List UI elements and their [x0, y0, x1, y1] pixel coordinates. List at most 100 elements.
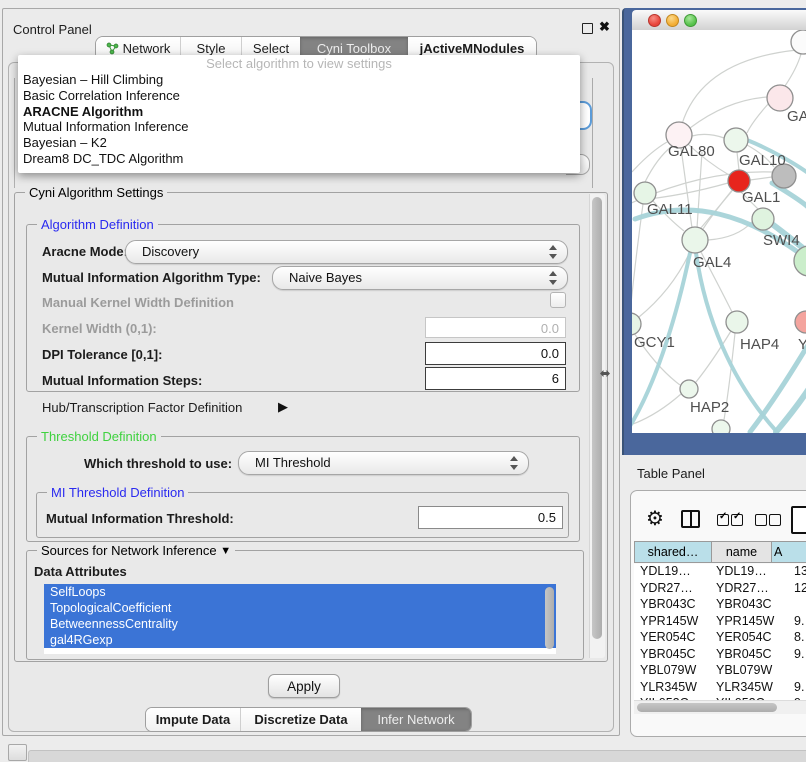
network-edge[interactable] [632, 142, 667, 172]
tab-infer-network[interactable]: Infer Network [361, 708, 471, 731]
list-item[interactable]: SelfLoops [44, 584, 556, 600]
show-checked-columns-icon[interactable]: ✓ ✓ [717, 514, 743, 526]
list-item[interactable]: gal4RGexp [44, 632, 556, 648]
aracne-mode-combo[interactable]: Discovery [125, 240, 568, 264]
split-columns-icon[interactable] [681, 510, 700, 528]
collapse-down-icon[interactable]: ▼ [220, 545, 231, 557]
column-header-name[interactable]: name [711, 541, 772, 563]
table-row[interactable]: YBR045CYBR045C9. [634, 647, 806, 664]
table-cell: YLR345W [716, 680, 773, 694]
table-row[interactable]: YDR27…YDR27…12 [634, 581, 806, 598]
list-item[interactable]: BetweennessCentrality [44, 616, 556, 632]
panel-title: Control Panel [13, 22, 92, 37]
apply-button[interactable]: Apply [268, 674, 340, 698]
network-node-salmon[interactable] [795, 311, 806, 333]
table-row[interactable]: YDL19… YDL19… 13 [634, 564, 806, 581]
expand-right-icon[interactable]: ▶ [278, 399, 288, 415]
table-cell: YLR345W [640, 680, 697, 694]
tab-discretize-data[interactable]: Discretize Data [240, 708, 361, 731]
list-scrollbar-thumb[interactable] [545, 587, 554, 649]
network-node-label: HAP2 [690, 399, 729, 416]
table-row[interactable]: YBL079WYBL079W [634, 663, 806, 680]
settings-scrollbar-track[interactable] [589, 194, 605, 658]
close-traffic-light[interactable] [648, 14, 661, 27]
menu-item[interactable]: Mutual Information Inference [18, 119, 580, 135]
menu-item[interactable]: Bayesian – Hill Climbing [18, 72, 580, 88]
float-window-icon[interactable] [582, 23, 593, 34]
minimize-traffic-light[interactable] [666, 14, 679, 27]
table-row[interactable]: YPR145WYPR145W9. [634, 614, 806, 631]
menu-item[interactable]: Basic Correlation Inference [18, 88, 580, 104]
table-row[interactable]: YBR043CYBR043C [634, 597, 806, 614]
network-node-swi4[interactable] [752, 208, 774, 230]
table-rows: YDL19…YDL19…13YDR27…YDR27…12YBR043CYBR04… [634, 564, 806, 701]
table-panel-window: ⚙ ✓ ✓ shared… name A YDL19… YDL19… 13 YDR27… [630, 490, 806, 737]
mi-type-combo[interactable]: Naive Bayes [272, 266, 568, 290]
network-window-titlebar[interactable] [632, 10, 806, 31]
menu-item[interactable]: Dream8 DC_TDC Algorithm [18, 151, 580, 167]
table-cell: YDR27… [716, 581, 769, 595]
network-edge-highlight[interactable] [750, 345, 806, 432]
column-header-shared[interactable]: shared… [634, 541, 712, 563]
which-threshold-combo[interactable]: MI Threshold [238, 451, 529, 475]
network-node-label: GAL11 [647, 201, 693, 218]
table-cell: YBL079W [716, 663, 772, 677]
table-cell: YDL19… [640, 564, 691, 578]
network-node-hap2[interactable] [680, 380, 698, 398]
data-attributes-list: SelfLoops TopologicalCoefficient Between… [44, 584, 556, 654]
network-canvas[interactable]: GALGAL80GAL10GAL1GAL11SWI4GAL4GCY1HAP4YH… [632, 30, 806, 433]
network-node-label: Y [798, 336, 806, 353]
mi-steps-field[interactable]: 6 [425, 367, 566, 390]
table-cell: 8. [794, 630, 804, 644]
table-hscrollbar-thumb[interactable] [637, 703, 777, 712]
zoom-traffic-light[interactable] [684, 14, 697, 27]
table-cell: YBR043C [716, 597, 772, 611]
manual-kernel-label: Manual Kernel Width Definition [42, 295, 234, 310]
network-edge[interactable] [747, 103, 769, 133]
network-edge[interactable] [750, 177, 772, 180]
list-item[interactable]: TopologicalCoefficient [44, 600, 556, 616]
manual-kernel-checkbox[interactable] [550, 292, 566, 308]
table-row[interactable]: YLR345W YLR345W 9. [634, 680, 806, 697]
dpi-tolerance-label: DPI Tolerance [0,1]: [42, 347, 162, 362]
network-node-bottom-partial[interactable] [712, 420, 730, 433]
table-cell: YDL19… [716, 564, 767, 578]
menu-item-selected[interactable]: ARACNE Algorithm [18, 104, 580, 120]
kernel-width-field[interactable]: 0.0 [425, 317, 566, 338]
network-node-label: GAL80 [668, 143, 715, 160]
table-row[interactable]: YER054CYER054C8. [634, 630, 806, 647]
gear-icon[interactable]: ⚙ [646, 509, 664, 529]
dpi-tolerance-field[interactable]: 0.0 [425, 342, 566, 365]
tab-impute-data[interactable]: Impute Data [146, 708, 240, 731]
screen: Control Panel ✖ Network Style Select Cyn… [0, 0, 806, 762]
network-edge[interactable] [690, 97, 767, 128]
table-hscrollbar-track[interactable] [634, 700, 806, 714]
mi-threshold-field[interactable]: 0.5 [418, 506, 563, 529]
network-node-hap4[interactable] [726, 311, 748, 333]
table-panel-title: Table Panel [637, 466, 705, 481]
network-edge[interactable] [692, 134, 724, 138]
document-icon[interactable] [791, 506, 806, 534]
table-cell: YPR145W [716, 614, 774, 628]
mi-type-label: Mutual Information Algorithm Type: [42, 270, 261, 285]
network-edge[interactable] [785, 54, 801, 86]
network-view-window: GALGAL80GAL10GAL1GAL11SWI4GAL4GCY1HAP4YH… [622, 8, 806, 455]
table-cell: 12 [794, 581, 806, 595]
network-edge-highlight[interactable] [776, 390, 806, 432]
bottom-collapsed-bar[interactable] [28, 750, 806, 762]
network-node-gal10[interactable] [724, 128, 748, 152]
network-node-gal4[interactable] [682, 227, 708, 253]
data-attributes-label: Data Attributes [34, 564, 127, 579]
table-cell: YBR045C [716, 647, 772, 661]
table-cell: 9. [794, 680, 804, 694]
mi-threshold-title: MI Threshold Definition [47, 485, 188, 500]
close-icon[interactable]: ✖ [599, 19, 610, 35]
table-cell: 13 [794, 564, 806, 578]
settings-scrollbar-thumb[interactable] [592, 197, 602, 639]
column-header-third[interactable]: A [771, 541, 806, 563]
table-cell: YBR045C [640, 647, 696, 661]
hide-columns-icon[interactable] [755, 514, 781, 526]
menu-item[interactable]: Bayesian – K2 [18, 135, 580, 151]
collapsed-panel-button[interactable] [8, 744, 27, 761]
bottom-tabbar: Impute Data Discretize Data Infer Networ… [145, 707, 472, 732]
